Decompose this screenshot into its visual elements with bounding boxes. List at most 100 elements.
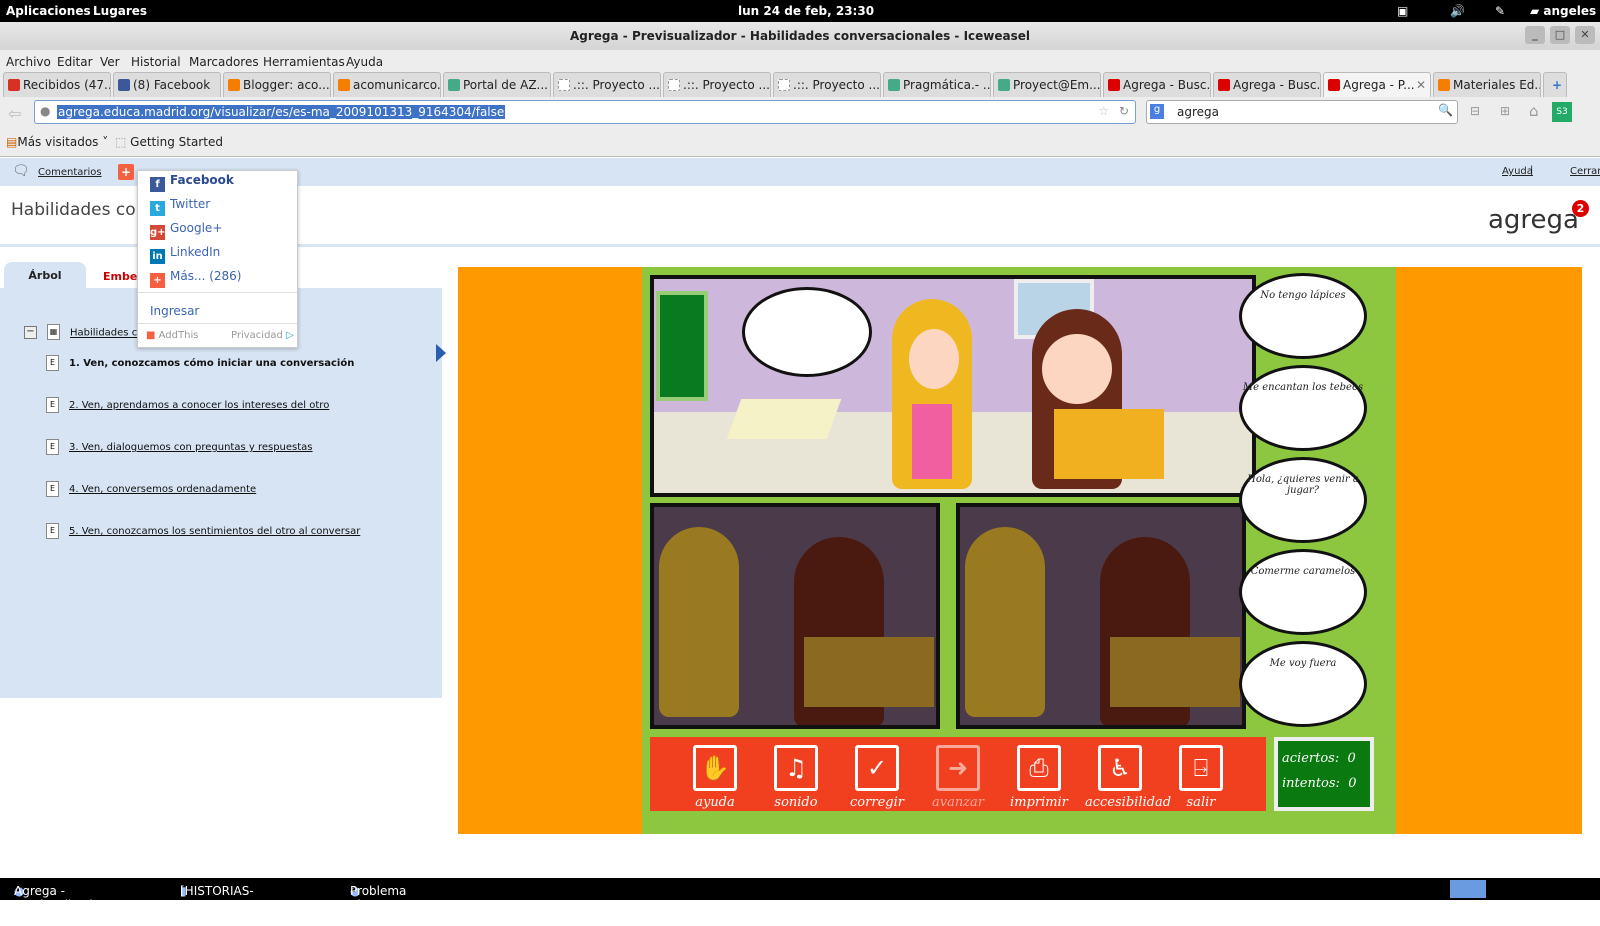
- most-visited-label: Más visitados: [17, 135, 99, 149]
- volume-icon[interactable]: 🔊: [1450, 4, 1465, 18]
- maximize-button[interactable]: □: [1550, 26, 1570, 44]
- browser-tab[interactable]: Recibidos (47...: [3, 72, 111, 97]
- close-window-button[interactable]: ✕: [1575, 26, 1595, 44]
- ayuda-button[interactable]: ✋ ayuda: [680, 745, 750, 810]
- browser-tab[interactable]: Pragmática.- ...: [883, 72, 991, 97]
- back-icon[interactable]: ⇦: [8, 104, 21, 123]
- getting-started-bookmark[interactable]: ⬚ Getting Started: [115, 135, 223, 149]
- answer-bubble[interactable]: No tengo lápices: [1239, 273, 1367, 359]
- browser-tab[interactable]: .::. Proyecto ...: [773, 72, 881, 97]
- browser-tab[interactable]: acomunicarco...: [333, 72, 441, 97]
- applications-menu[interactable]: Aplicaciones: [6, 4, 91, 18]
- menu-herramientas[interactable]: Herramientas: [263, 55, 345, 69]
- tree-item-link[interactable]: 5. Ven, conozcamos los sentimientos del …: [69, 526, 360, 537]
- share-facebook[interactable]: f Facebook: [150, 173, 234, 192]
- browser-tab[interactable]: Blogger: aco...: [223, 72, 331, 97]
- help-link[interactable]: Ayuda: [1502, 166, 1533, 177]
- comic-panel-1[interactable]: [650, 275, 1256, 497]
- file-icon: E: [46, 523, 59, 539]
- menu-archivo[interactable]: Archivo: [6, 55, 51, 69]
- share-twitter[interactable]: t Twitter: [150, 197, 210, 216]
- tree-item-link[interactable]: 1. Ven, conozcamos cómo iniciar una conv…: [69, 358, 354, 369]
- imprimir-button[interactable]: ⎙ imprimir: [1004, 745, 1074, 810]
- addthis-brand[interactable]: ■ AddThis: [146, 330, 198, 341]
- search-icon[interactable]: 🔍: [1438, 103, 1453, 117]
- browser-tab[interactable]: .::. Proyecto ...: [663, 72, 771, 97]
- places-menu[interactable]: Lugares: [93, 4, 147, 18]
- close-link[interactable]: Cerrar: [1570, 166, 1600, 177]
- share-label: Facebook: [170, 173, 234, 187]
- comic-panel-2[interactable]: [650, 503, 940, 729]
- workspace-switcher[interactable]: [1450, 880, 1486, 898]
- share-plus-icon[interactable]: +: [118, 164, 134, 180]
- url-bar[interactable]: ● agrega.educa.madrid.org/visualizar/es/…: [34, 100, 1136, 124]
- zoom-in-icon[interactable]: ⊞: [1500, 104, 1510, 118]
- menu-editar[interactable]: Editar: [57, 55, 93, 69]
- new-tab-button[interactable]: +: [1543, 72, 1567, 97]
- favicon-icon: [118, 79, 130, 91]
- browser-tab[interactable]: Portal de AZ...: [443, 72, 551, 97]
- browser-tab[interactable]: Materiales Ed...: [1433, 72, 1541, 97]
- user-menu[interactable]: ▰ angeles: [1530, 4, 1596, 18]
- comic-panel-3[interactable]: [956, 503, 1246, 729]
- browser-tab[interactable]: Proyect@Em...: [993, 72, 1101, 97]
- agrega-logo: agrega: [1488, 205, 1579, 235]
- answer-bubble[interactable]: Me encantan los tebeos: [1239, 365, 1367, 451]
- share-more[interactable]: + Más... (286): [150, 269, 241, 288]
- tree-item[interactable]: E 2. Ven, aprendamos a conocer los intere…: [46, 397, 329, 413]
- browser-tab[interactable]: .::. Proyecto ...: [553, 72, 661, 97]
- tree-item-link[interactable]: 3. Ven, dialoguemos con preguntas y resp…: [69, 442, 313, 453]
- tree-item[interactable]: E 5. Ven, conozcamos los sentimientos del…: [46, 523, 360, 539]
- google-icon[interactable]: g: [1150, 104, 1164, 119]
- clock[interactable]: lun 24 de feb, 23:30: [738, 4, 874, 18]
- network-icon[interactable]: ▣: [1397, 4, 1408, 18]
- tab-tree[interactable]: Árbol: [4, 262, 86, 290]
- close-tab-icon[interactable]: ✕: [1416, 73, 1426, 97]
- browser-tab[interactable]: (8) Facebook: [113, 72, 221, 97]
- login-link[interactable]: Ingresar: [150, 304, 199, 318]
- tree-item-link[interactable]: 4. Ven, conversemos ordenadamente: [69, 484, 256, 495]
- answer-bubble[interactable]: Hola, ¿quieres venir a jugar?: [1239, 457, 1367, 543]
- empty-speech-bubble[interactable]: [742, 287, 872, 377]
- menu-ayuda[interactable]: Ayuda: [346, 55, 383, 69]
- tree-item-link[interactable]: 2. Ven, aprendamos a conocer los interes…: [69, 400, 329, 411]
- tree-item[interactable]: E 4. Ven, conversemos ordenadamente: [46, 481, 256, 497]
- salir-button[interactable]: ⍈ salir: [1166, 745, 1236, 810]
- tree-root-link[interactable]: Habilidades co: [70, 328, 143, 339]
- wheelchair-icon: ♿: [1098, 745, 1142, 791]
- share-google-plus[interactable]: g+ Google+: [150, 221, 222, 240]
- menu-marcadores[interactable]: Marcadores: [189, 55, 259, 69]
- browser-tab[interactable]: Agrega - Busc...: [1213, 72, 1321, 97]
- menu-historial[interactable]: Historial: [131, 55, 181, 69]
- browser-tab[interactable]: Agrega - P... ✕: [1323, 72, 1431, 97]
- home-icon[interactable]: ⌂: [1529, 102, 1539, 120]
- logo-badge: 2: [1572, 200, 1589, 217]
- minimize-button[interactable]: _: [1525, 26, 1545, 44]
- menu-ver[interactable]: Ver: [100, 55, 120, 69]
- share-linkedin[interactable]: in LinkedIn: [150, 245, 220, 264]
- s3-addon-icon[interactable]: S3: [1552, 102, 1572, 122]
- bookmark-star-icon[interactable]: ☆: [1098, 104, 1109, 118]
- search-bar[interactable]: g agrega 🔍: [1146, 100, 1458, 124]
- zoom-out-icon[interactable]: ⊟: [1470, 104, 1480, 118]
- answer-bubble[interactable]: Comerme caramelos: [1239, 549, 1367, 635]
- expand-arrow-icon[interactable]: [436, 344, 446, 362]
- browser-tab[interactable]: Agrega - Busc...: [1103, 72, 1211, 97]
- privacy-link[interactable]: Privacidad ▷: [231, 330, 294, 341]
- favicon-icon: [1218, 79, 1230, 91]
- chat-icon[interactable]: ✎: [1495, 4, 1505, 18]
- most-visited-bookmark[interactable]: ▤Más visitados ˅: [6, 135, 108, 149]
- accesibilidad-button[interactable]: ♿ accesibilidad: [1085, 745, 1171, 810]
- reload-icon[interactable]: ↻: [1119, 104, 1129, 118]
- tab-label: Proyect@Em...: [1013, 78, 1101, 92]
- answer-bubble[interactable]: Me voy fuera: [1239, 641, 1367, 727]
- corregir-button[interactable]: ✓ corregir: [842, 745, 912, 810]
- sonido-button[interactable]: ♫ sonido: [761, 745, 831, 810]
- avanzar-button[interactable]: ➜ avanzar: [923, 745, 993, 810]
- collapse-icon[interactable]: −: [24, 326, 37, 339]
- tree-item[interactable]: E 1. Ven, conozcamos cómo iniciar una con…: [46, 355, 354, 371]
- user-name: angeles: [1543, 4, 1597, 18]
- tab-label: Blogger: aco...: [243, 78, 330, 92]
- tree-item[interactable]: E 3. Ven, dialoguemos con preguntas y res…: [46, 439, 313, 455]
- comments-link[interactable]: Comentarios: [38, 167, 102, 178]
